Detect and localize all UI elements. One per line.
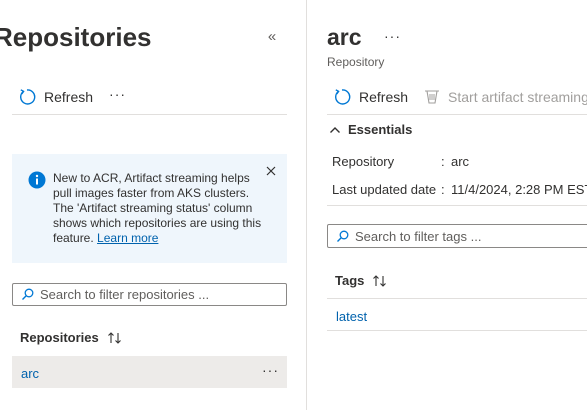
search-icon bbox=[22, 288, 34, 300]
table-row[interactable]: latest bbox=[327, 299, 587, 330]
tag-link[interactable]: latest bbox=[336, 309, 367, 324]
column-header-label: Tags bbox=[335, 273, 365, 288]
repository-link[interactable]: arc bbox=[21, 366, 39, 381]
refresh-button[interactable]: Refresh bbox=[18, 88, 93, 106]
essentials-key-last-updated: Last updated date bbox=[332, 182, 437, 197]
search-icon bbox=[337, 230, 349, 242]
repository-subtitle: Repository bbox=[327, 55, 385, 69]
learn-more-link[interactable]: Learn more bbox=[97, 231, 158, 245]
repositories-search-box bbox=[12, 283, 287, 306]
refresh-icon bbox=[335, 89, 351, 105]
artifact-streaming-info-banner: New to ACR, Artifact streaming helps pul… bbox=[12, 154, 287, 263]
repositories-toolbar: Refresh ··· bbox=[18, 86, 126, 108]
essentials-separator: : bbox=[441, 182, 445, 197]
repositories-search-input[interactable] bbox=[40, 287, 270, 302]
tags-column-header[interactable]: Tags bbox=[335, 273, 388, 288]
essentials-toggle[interactable]: Essentials bbox=[329, 122, 412, 137]
table-row[interactable]: arc ··· bbox=[12, 356, 287, 388]
start-streaming-label: Start artifact streaming bbox=[448, 89, 587, 105]
repositories-pane: Repositories « Refresh ··· New to ACR, A… bbox=[0, 0, 306, 410]
column-header-label: Repositories bbox=[20, 330, 99, 345]
info-banner-text: New to ACR, Artifact streaming helps pul… bbox=[53, 171, 263, 246]
acr-repositories-view: Repositories « Refresh ··· New to ACR, A… bbox=[0, 0, 587, 410]
info-icon bbox=[28, 171, 46, 189]
essentials-value-last-updated: 11/4/2024, 2:28 PM EST bbox=[451, 182, 587, 197]
essentials-label: Essentials bbox=[348, 122, 413, 137]
row-more-button[interactable]: ··· bbox=[262, 362, 279, 378]
refresh-label: Refresh bbox=[359, 89, 409, 105]
essentials-value-repository: arc bbox=[451, 154, 470, 169]
tags-search-box bbox=[327, 224, 587, 248]
essentials-divider bbox=[327, 205, 587, 206]
refresh-label: Refresh bbox=[44, 89, 94, 105]
page-title: Repositories bbox=[0, 22, 152, 52]
more-actions-button[interactable]: ··· bbox=[109, 87, 126, 105]
collapse-pane-button[interactable]: « bbox=[264, 28, 280, 46]
sort-icon bbox=[107, 331, 121, 344]
repository-toolbar: Refresh Start artifact streaming bbox=[333, 86, 587, 108]
repository-detail-pane: arc ··· Repository Refresh Start artifac… bbox=[307, 0, 587, 410]
row-divider bbox=[327, 330, 587, 331]
close-icon[interactable] bbox=[264, 164, 278, 178]
title-more-button[interactable]: ··· bbox=[384, 28, 401, 44]
refresh-icon bbox=[20, 89, 36, 105]
start-artifact-streaming-button[interactable]: Start artifact streaming bbox=[424, 89, 587, 105]
toolbar-divider bbox=[12, 114, 287, 115]
chevron-up-icon bbox=[330, 126, 340, 133]
essentials-separator: : bbox=[441, 154, 445, 169]
streaming-icon bbox=[425, 90, 440, 104]
repositories-column-header[interactable]: Repositories bbox=[20, 330, 123, 345]
refresh-button[interactable]: Refresh bbox=[333, 88, 408, 106]
toolbar-divider bbox=[327, 114, 587, 115]
sort-icon bbox=[373, 274, 387, 287]
repository-title: arc bbox=[327, 24, 362, 50]
tags-search-input[interactable] bbox=[355, 228, 585, 244]
essentials-key-repository: Repository bbox=[332, 154, 395, 169]
